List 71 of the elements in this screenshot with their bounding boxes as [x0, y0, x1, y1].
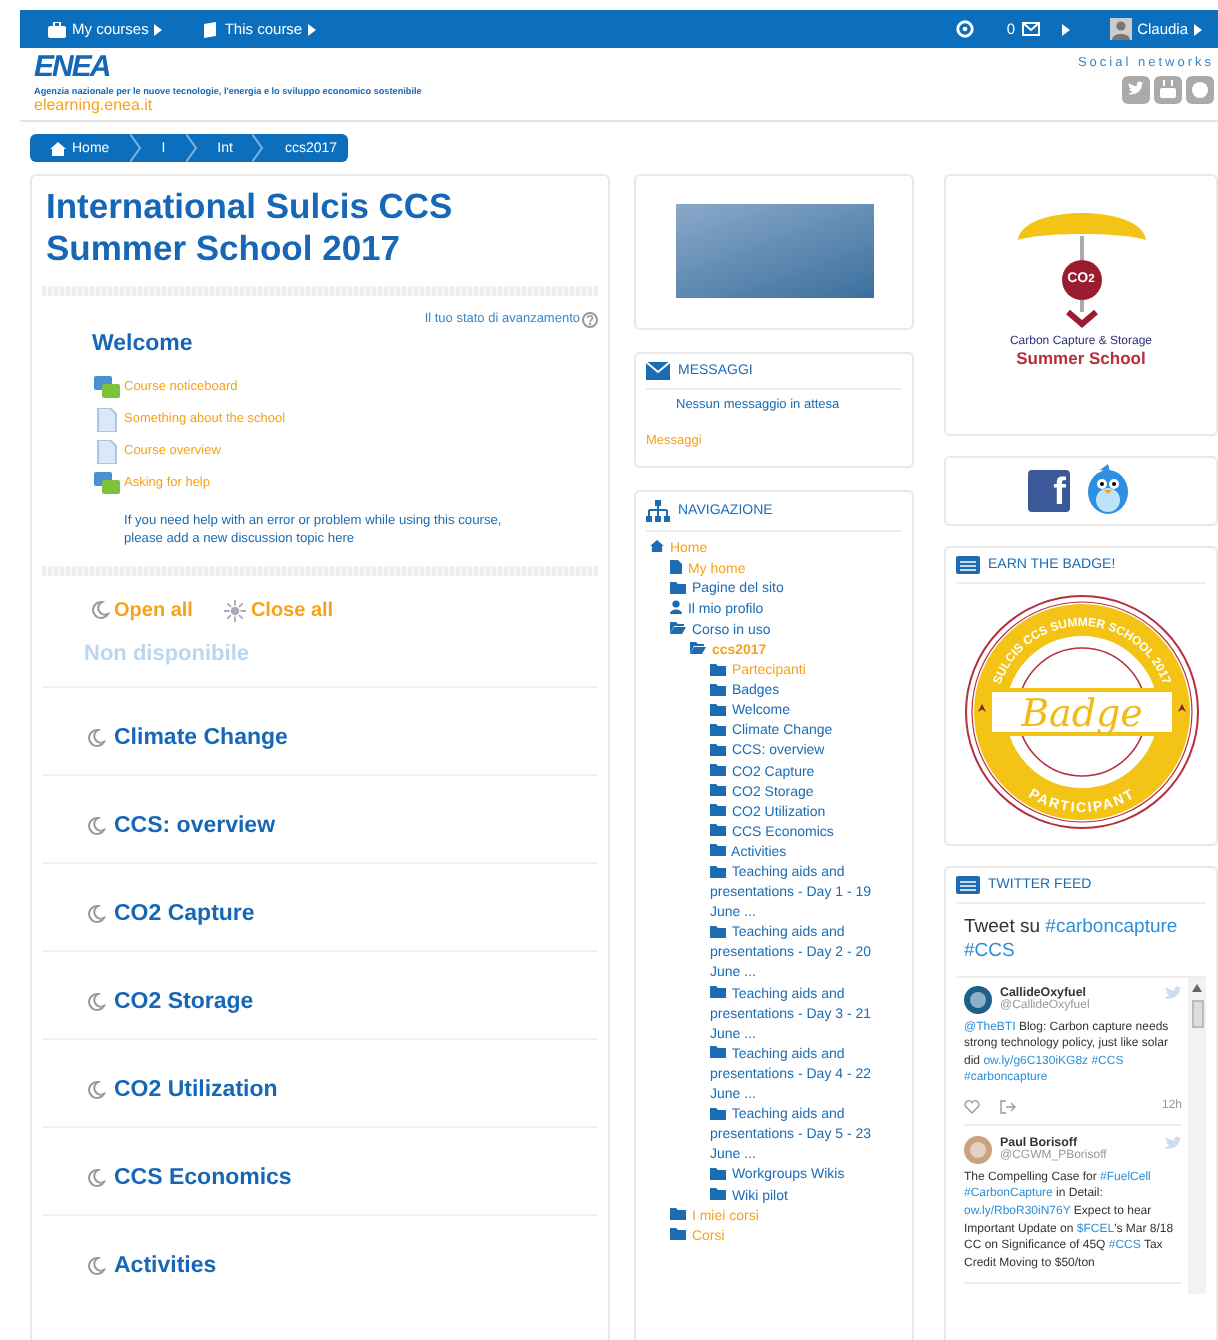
moon-icon: [86, 815, 106, 835]
list-icon: [956, 875, 980, 893]
section-heading[interactable]: CCS: overview: [86, 813, 598, 837]
forum-icon: [94, 471, 122, 495]
avatar-icon: [1109, 18, 1132, 40]
caret-icon: [308, 23, 317, 35]
logo-caption: Summer School: [1016, 347, 1146, 367]
user-icon: [670, 600, 682, 615]
sun-icon: [224, 599, 247, 621]
avatar-icon: [964, 985, 992, 1013]
site-logo[interactable]: ENEA: [34, 52, 110, 82]
chevron-icon: [129, 134, 142, 162]
unavailable-section-title: Non disponibile: [84, 641, 251, 665]
bird-icon[interactable]: [1122, 76, 1150, 104]
sitemap-icon: [646, 499, 670, 521]
moon-icon: [90, 600, 110, 620]
bird-icon[interactable]: [1082, 462, 1134, 518]
photo-placeholder[interactable]: [675, 204, 873, 298]
site-name: elearning.enea.it: [34, 96, 153, 114]
folder-icon: [710, 1046, 726, 1059]
chevron-icon: [252, 134, 265, 162]
help-icon[interactable]: [582, 311, 598, 327]
list-icon: [956, 555, 980, 573]
home-icon: [50, 141, 66, 155]
facebook-link[interactable]: f: [1028, 469, 1070, 511]
scrollbar[interactable]: [1188, 977, 1206, 1295]
moon-icon: [86, 1167, 106, 1187]
share-icon[interactable]: [1000, 1099, 1016, 1114]
settings-icon[interactable]: [956, 20, 975, 38]
caret-icon: [1194, 23, 1202, 35]
envelope-icon: [646, 361, 670, 379]
folder-open-icon: [690, 642, 706, 655]
arrow-up-icon: [1192, 983, 1202, 991]
moon-icon: [86, 1079, 106, 1099]
page-icon: [94, 407, 122, 431]
bird-icon: [1164, 1135, 1182, 1150]
page-icon: [94, 439, 122, 463]
feed-heading: Tweet su #carboncapture #CCS: [964, 915, 1180, 963]
section-heading[interactable]: CO2 Utilization: [86, 1077, 598, 1101]
avatar-icon: [964, 1135, 992, 1164]
section-heading[interactable]: CCS Economics: [86, 1165, 598, 1189]
file-icon: [670, 559, 682, 574]
folder-icon: [710, 925, 726, 938]
moon-icon: [86, 727, 106, 747]
section-heading[interactable]: CO2 Storage: [86, 989, 598, 1013]
heart-icon[interactable]: [964, 1099, 980, 1114]
caret-icon: [1061, 23, 1070, 35]
home-icon: [650, 540, 664, 552]
bird-icon: [1164, 985, 1182, 999]
moon-icon: [86, 1255, 106, 1275]
briefcase-icon: [48, 21, 66, 37]
folder-icon: [670, 581, 686, 594]
envelope-icon: [1021, 22, 1040, 36]
circle-icon[interactable]: [1186, 76, 1214, 104]
folder-icon: [710, 1107, 726, 1120]
moon-icon: [86, 903, 106, 923]
chevron-icon: [185, 134, 198, 162]
book-icon: [202, 21, 219, 37]
folder-open-icon: [670, 622, 686, 635]
scrollbar-thumb[interactable]: [1191, 999, 1203, 1027]
forum-icon: [94, 375, 122, 399]
moon-icon: [86, 991, 106, 1011]
folder-icon: [710, 986, 726, 999]
section-title: Welcome: [92, 331, 195, 355]
section-heading[interactable]: Climate Change: [86, 725, 598, 749]
section-heading[interactable]: CO2 Capture: [86, 901, 598, 925]
course-title: International Sulcis CCS Summer School 2017: [46, 185, 455, 269]
chevron-down-icon: [1065, 299, 1097, 327]
badge-word: Badge: [1020, 691, 1142, 735]
caret-icon: [154, 23, 163, 35]
section-heading[interactable]: Activities: [86, 1253, 598, 1277]
